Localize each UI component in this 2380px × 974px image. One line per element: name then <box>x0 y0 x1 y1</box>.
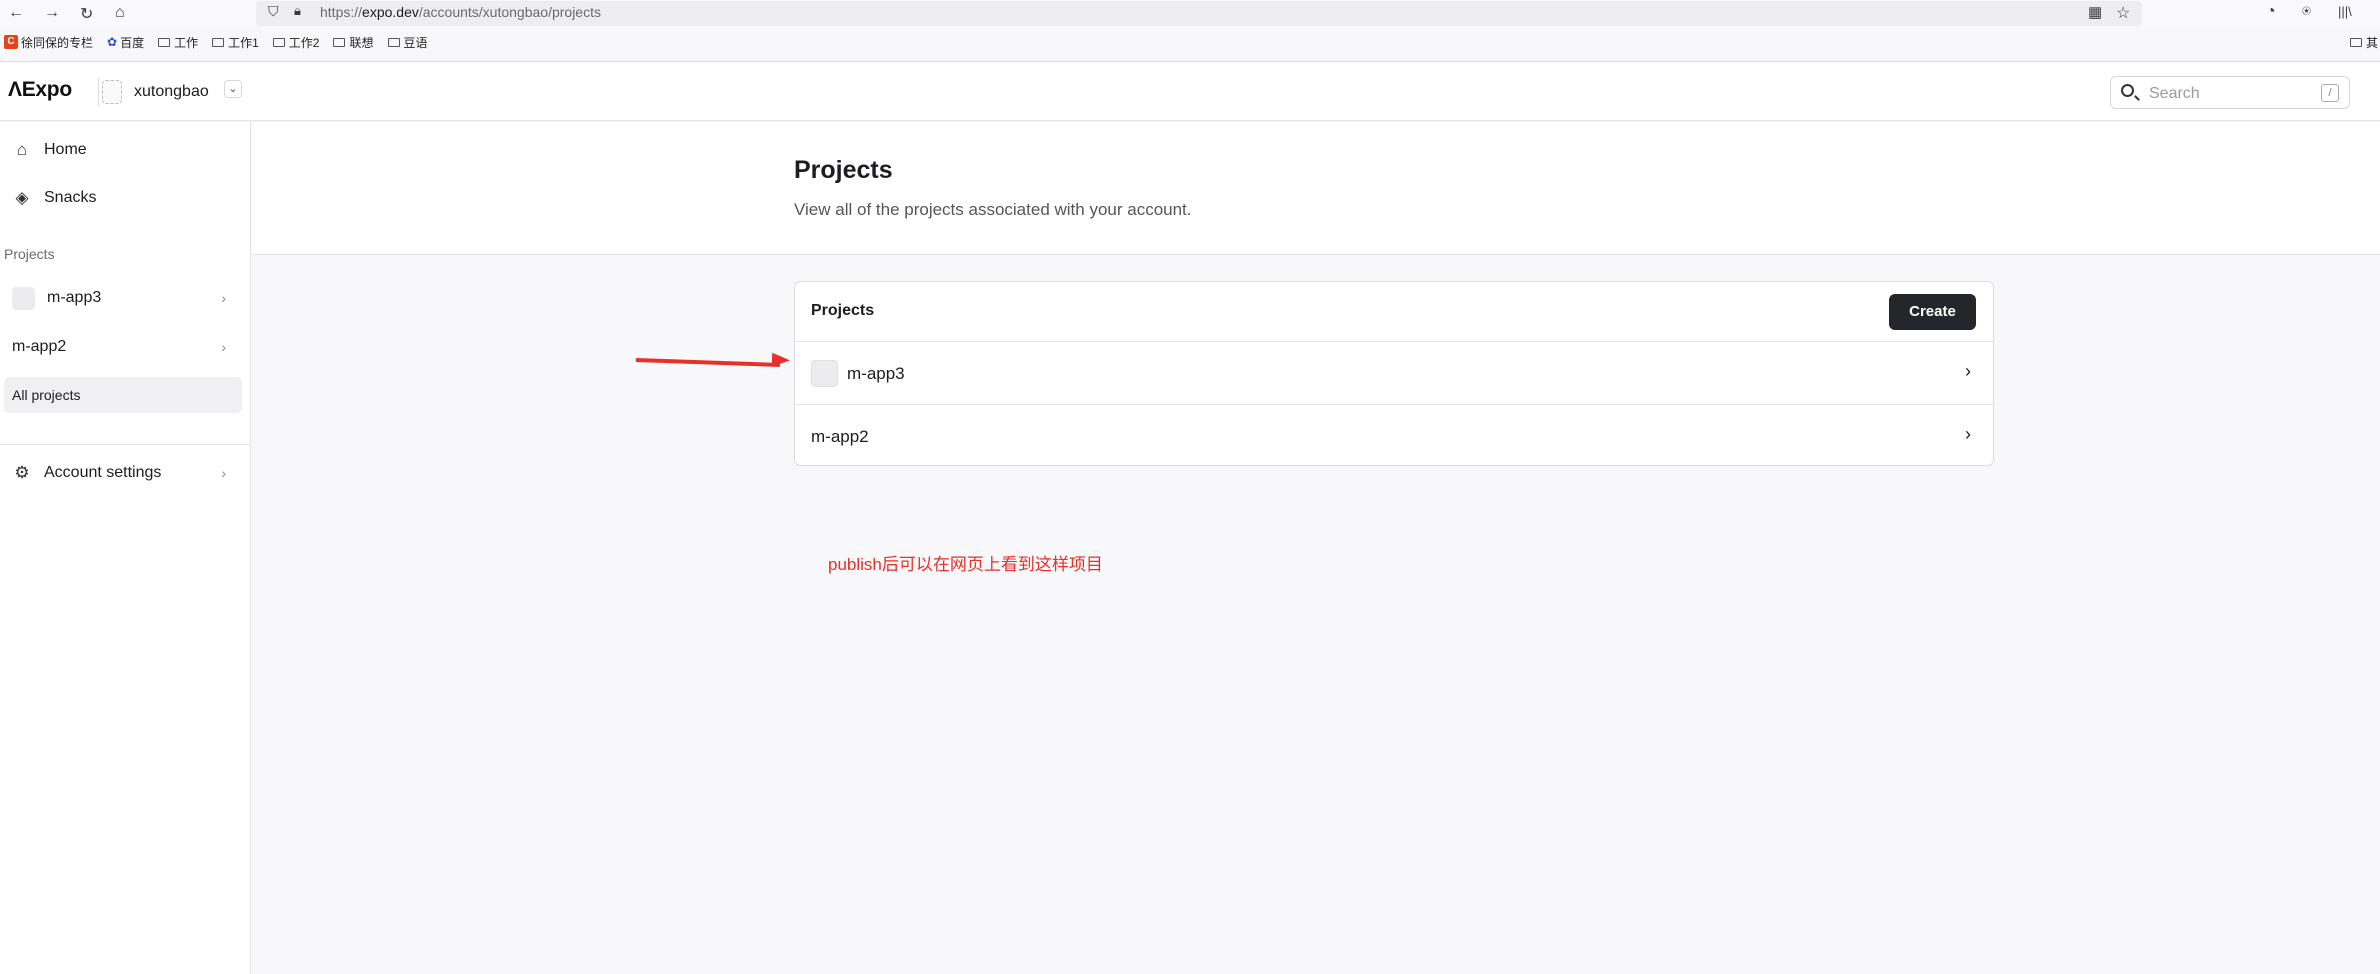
sidebar-item-label: m-app3 <box>47 289 102 306</box>
reload-icon[interactable]: ↻ <box>80 4 93 24</box>
library-icon[interactable]: |||\ <box>2338 4 2352 19</box>
back-icon[interactable]: ← <box>8 4 24 22</box>
sidebar-divider <box>0 444 251 445</box>
sidebar-item-label: Snacks <box>44 189 97 206</box>
sidebar-item-account-settings[interactable]: ⚙ Account settings › <box>0 453 251 493</box>
project-icon <box>811 360 838 387</box>
folder-icon <box>387 37 400 47</box>
csdn-logo-icon: C <box>4 35 18 49</box>
bookmark-item[interactable]: 联想 <box>333 34 374 51</box>
forward-icon[interactable]: → <box>44 4 60 22</box>
qr-code-icon[interactable]: ▦ <box>2088 3 2102 21</box>
sidebar-item-project[interactable]: m-app3 › <box>0 278 251 318</box>
chevron-right-icon: › <box>221 339 226 355</box>
sidebar-item-snacks[interactable]: ◈ Snacks <box>0 178 251 218</box>
sidebar-item-label: Account settings <box>44 464 162 481</box>
url-text[interactable]: https://expo.dev/accounts/xutongbao/proj… <box>320 4 601 20</box>
card-title: Projects <box>811 302 875 319</box>
bookmarks-bar: C 徐同保的专栏 ✿ 百度 工作 工作1 工作2 联想 豆语 其 <box>0 31 2380 53</box>
bookmark-item[interactable]: 工作2 <box>272 34 319 51</box>
search-shortcut-key: / <box>2321 84 2339 102</box>
project-icon <box>12 286 35 310</box>
project-name: m-app3 <box>847 364 905 383</box>
folder-icon <box>158 37 171 47</box>
bookmark-overflow[interactable]: 其 <box>2350 34 2378 51</box>
page-header: Projects View all of the projects associ… <box>252 122 2380 255</box>
account-avatar[interactable] <box>102 80 122 104</box>
search-input[interactable]: Search / <box>2110 76 2350 109</box>
gear-icon: ⚙ <box>14 463 30 482</box>
folder-icon <box>2350 37 2362 47</box>
search-icon <box>2121 84 2134 97</box>
expo-logo[interactable]: ΛExpo <box>8 78 72 102</box>
annotation-arrow-head <box>771 352 791 368</box>
bookmark-item[interactable]: 工作1 <box>212 34 259 51</box>
page-title: Projects <box>794 156 893 184</box>
project-name: m-app2 <box>811 427 869 446</box>
bookmark-item[interactable]: 工作 <box>158 34 198 51</box>
card-header: Projects Create <box>795 282 1993 342</box>
bookmark-item[interactable]: 豆语 <box>387 34 428 51</box>
bookmark-item[interactable]: C 徐同保的专栏 <box>4 34 93 51</box>
sidebar-item-home[interactable]: ⌂ Home <box>0 130 251 170</box>
lock-icon[interactable]: 🔒︎ <box>294 3 301 19</box>
sidebar-item-label: All projects <box>12 387 81 403</box>
sidebar-section-projects: Projects <box>4 246 55 262</box>
chevron-right-icon: › <box>221 465 226 481</box>
sidebar-item-label: m-app2 <box>12 338 67 355</box>
bookmark-item[interactable]: ✿ 百度 <box>107 34 144 51</box>
header-divider <box>98 78 99 106</box>
snacks-icon: ◈ <box>15 188 29 207</box>
projects-card: Projects Create m-app3 › m-app2 › <box>794 281 1994 466</box>
sidebar: ⌂ Home ◈ Snacks Projects m-app3 › m-app2… <box>0 122 251 974</box>
create-button[interactable]: Create <box>1889 294 1976 330</box>
project-row[interactable]: m-app2 › <box>795 406 1993 468</box>
extensions-icon[interactable]: ⍟ <box>2302 3 2311 20</box>
browser-toolbar: ← → ↻ ⌂ ⛉ 🔒︎ https://expo.dev/accounts/x… <box>0 0 2380 27</box>
chevron-right-icon: › <box>221 290 226 306</box>
annotation-arrow <box>635 358 780 368</box>
sidebar-item-all-projects[interactable]: All projects <box>4 377 242 413</box>
sidebar-item-label: Home <box>44 141 87 158</box>
account-name[interactable]: xutongbao <box>134 83 209 101</box>
search-placeholder: Search <box>2149 85 2200 102</box>
chevron-right-icon: › <box>1965 424 1971 444</box>
app-header: ΛExpo xutongbao ⌄ Search / <box>0 62 2380 121</box>
page-subtitle: View all of the projects associated with… <box>794 200 1192 219</box>
folder-icon <box>212 37 225 47</box>
annotation-note: publish后可以在网页上看到这样项目 <box>828 555 1103 574</box>
shield-icon[interactable]: ⛉ <box>268 3 279 20</box>
folder-icon <box>333 37 346 47</box>
home-icon: ⌂ <box>16 140 28 159</box>
timer-icon[interactable]: ◔ <box>2266 3 2276 21</box>
chevron-down-icon[interactable]: ⌄ <box>224 80 242 98</box>
home-browser-icon[interactable]: ⌂ <box>115 4 125 22</box>
chevron-right-icon: › <box>1965 361 1971 381</box>
bookmark-star-icon[interactable]: ☆ <box>2116 3 2130 23</box>
baidu-paw-icon: ✿ <box>107 35 118 49</box>
project-row[interactable]: m-app3 › <box>795 343 1993 405</box>
folder-icon <box>272 37 285 47</box>
sidebar-item-project[interactable]: m-app2 › <box>0 327 251 367</box>
